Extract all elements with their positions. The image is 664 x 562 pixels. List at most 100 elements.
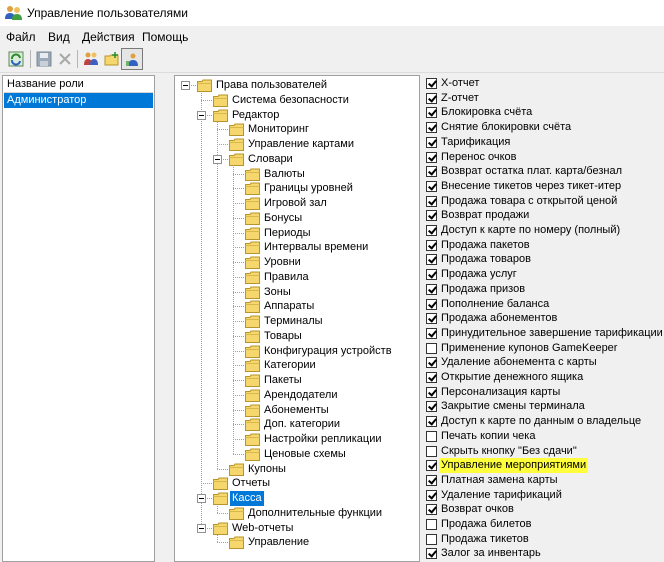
- title-bar: Управление пользователями: [0, 0, 664, 26]
- folder-icon: [229, 463, 244, 476]
- permission-checkbox[interactable]: [426, 401, 437, 412]
- permission-label: Персонализация карты: [441, 386, 561, 398]
- permission-checkbox[interactable]: [426, 490, 437, 501]
- permission-checkbox[interactable]: [426, 152, 437, 163]
- permission-checkbox[interactable]: [426, 372, 437, 383]
- menu-actions[interactable]: Действия: [82, 30, 135, 44]
- permission-checkbox[interactable]: [426, 446, 437, 457]
- permission-checkbox[interactable]: [426, 328, 437, 339]
- permission-checkbox[interactable]: [426, 357, 437, 368]
- refresh-button[interactable]: [5, 48, 27, 70]
- toolbar-separator: [77, 50, 78, 68]
- tree-item-label: Редактор: [232, 109, 280, 121]
- tree-collapse-toggle[interactable]: [197, 494, 206, 503]
- permission-checkbox[interactable]: [426, 460, 437, 471]
- permission-label: Продажа товаров: [441, 253, 531, 265]
- folder-icon: [245, 330, 260, 343]
- permission-checkbox[interactable]: [426, 240, 437, 251]
- permission-label: Печать копии чека: [441, 430, 536, 442]
- tree-connector: [233, 233, 244, 234]
- permission-checkbox[interactable]: [426, 475, 437, 486]
- permission-label: Залог за инвентарь: [441, 547, 541, 559]
- permission-checkbox[interactable]: [426, 122, 437, 133]
- folder-icon: [213, 522, 228, 535]
- permission-checkbox[interactable]: [426, 313, 437, 324]
- user-access-icon: [126, 53, 138, 66]
- tree-item-label: Терминалы: [264, 315, 323, 327]
- menu-file[interactable]: Файл: [6, 30, 36, 44]
- menu-view[interactable]: Вид: [48, 30, 70, 44]
- roles-panel: Название роли Администратор: [2, 75, 155, 562]
- delete-button[interactable]: [54, 48, 76, 70]
- tree-item-label: Зоны: [264, 286, 291, 298]
- folder-icon: [245, 345, 260, 358]
- menu-help[interactable]: Помощь: [142, 30, 188, 44]
- roles-header[interactable]: Название роли: [4, 77, 153, 93]
- tree-connector: [233, 439, 244, 440]
- permission-checkbox[interactable]: [426, 107, 437, 118]
- toolbar-separator: [30, 50, 31, 68]
- permission-checkbox[interactable]: [426, 387, 437, 398]
- folder-icon: [245, 286, 260, 299]
- folder-icon: [245, 374, 260, 387]
- tree-item-label: Отчеты: [232, 477, 271, 489]
- permission-label: Продажа призов: [441, 283, 526, 295]
- permission-checkbox[interactable]: [426, 269, 437, 280]
- tree-item-label: Категории: [264, 359, 316, 371]
- folder-icon: [213, 492, 228, 505]
- tree-item-label: Игровой зал: [264, 197, 327, 209]
- tree-connector: [217, 469, 228, 470]
- tree-connector: [233, 247, 244, 248]
- permission-checkbox[interactable]: [426, 431, 437, 442]
- save-icon: [36, 51, 52, 67]
- permission-checkbox[interactable]: [426, 519, 437, 530]
- tree-connector: [233, 351, 244, 352]
- permission-checkbox[interactable]: [426, 196, 437, 207]
- tree-item-label: Аппараты: [264, 300, 315, 312]
- permission-checkbox[interactable]: [426, 78, 437, 89]
- permission-checkbox[interactable]: [426, 210, 437, 221]
- tree-connector: [233, 203, 244, 204]
- permission-checkbox[interactable]: [426, 299, 437, 310]
- permission-checkbox[interactable]: [426, 343, 437, 354]
- users-app-icon: [5, 6, 22, 20]
- tree-item-label: Касса: [230, 491, 264, 506]
- permission-checkbox[interactable]: [426, 93, 437, 104]
- tree-connector: [233, 321, 244, 322]
- permission-checkbox[interactable]: [426, 254, 437, 265]
- tree-collapse-toggle[interactable]: [181, 81, 190, 90]
- tree-connector: [201, 90, 202, 528]
- tree-collapse-toggle[interactable]: [213, 155, 222, 164]
- permission-label: Продажа пакетов: [441, 239, 530, 251]
- permission-checkbox[interactable]: [426, 416, 437, 427]
- tree-collapse-toggle[interactable]: [197, 524, 206, 533]
- permission-label: Снятие блокировки счёта: [441, 121, 572, 133]
- menu-bar: Файл Вид Действия Помощь: [0, 26, 664, 46]
- add-folder-button[interactable]: [101, 48, 123, 70]
- save-button[interactable]: [33, 48, 55, 70]
- permission-label: Принудительное завершение тарификации: [441, 327, 663, 339]
- folder-icon: [229, 507, 244, 520]
- permission-checkbox[interactable]: [426, 504, 437, 515]
- folder-icon: [197, 79, 212, 92]
- permission-checkbox[interactable]: [426, 181, 437, 192]
- tree-connector: [201, 483, 212, 484]
- permission-checkbox[interactable]: [426, 534, 437, 545]
- users-button[interactable]: [80, 48, 102, 70]
- folder-icon: [245, 271, 260, 284]
- role-row-administrator[interactable]: Администратор: [4, 93, 153, 108]
- permission-checkbox[interactable]: [426, 225, 437, 236]
- folder-icon: [245, 197, 260, 210]
- permission-checkbox[interactable]: [426, 166, 437, 177]
- tree-item-label: Правила: [264, 271, 309, 283]
- permission-label: Z-отчет: [441, 92, 479, 104]
- permission-checkbox[interactable]: [426, 548, 437, 559]
- folder-icon: [213, 109, 228, 122]
- tree-connector: [233, 336, 244, 337]
- permission-checkbox[interactable]: [426, 137, 437, 148]
- tree-connector: [233, 380, 244, 381]
- tree-collapse-toggle[interactable]: [197, 111, 206, 120]
- user-access-button[interactable]: [121, 48, 143, 70]
- permission-label: X-отчет: [441, 77, 480, 89]
- permission-checkbox[interactable]: [426, 284, 437, 295]
